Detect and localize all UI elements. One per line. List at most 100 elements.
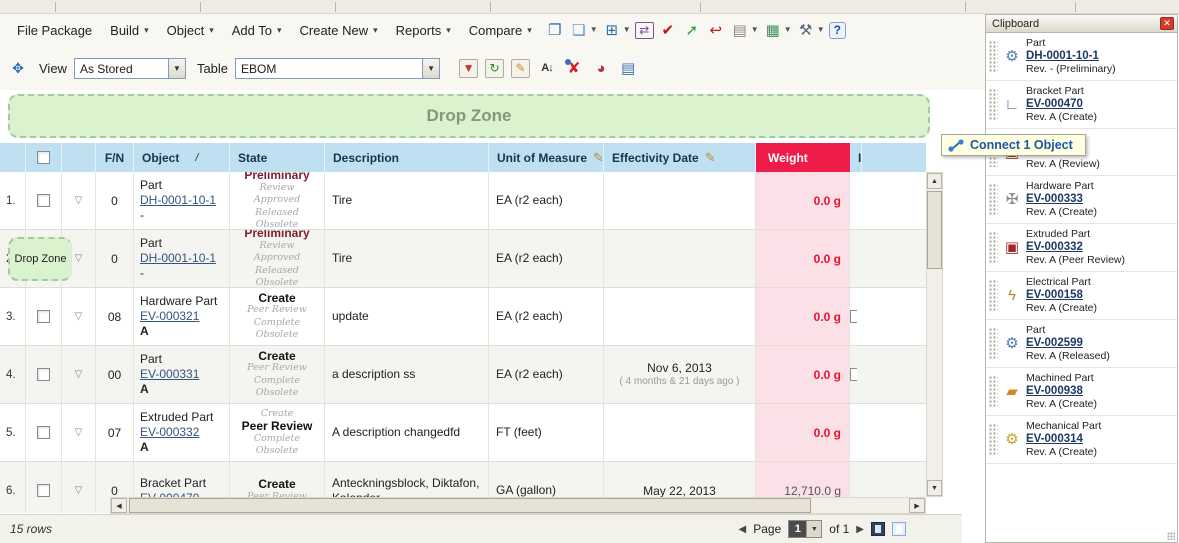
- redo-arrow-icon[interactable]: ➚: [682, 20, 702, 40]
- drag-handle[interactable]: [989, 280, 998, 311]
- table-row[interactable]: 2.▽Drop Zone0PartDH-0001-10-1-Preliminar…: [0, 230, 926, 288]
- row-checkbox[interactable]: [37, 484, 50, 497]
- object-id-link[interactable]: EV-000331: [140, 367, 199, 382]
- scroll-left-icon[interactable]: ◀: [111, 498, 127, 513]
- clipboard-item[interactable]: ∟Bracket PartEV-000470Rev. A (Create): [986, 81, 1177, 129]
- object-id-link[interactable]: EV-000332: [140, 425, 199, 440]
- table-row[interactable]: 3.▽Drop Zone08Hardware PartEV-000321ACre…: [0, 288, 926, 346]
- pager-prev-icon[interactable]: ◀: [739, 524, 747, 535]
- column-header-object[interactable]: Object/: [134, 143, 230, 172]
- help-icon[interactable]: ?: [829, 22, 846, 39]
- clipboard-item[interactable]: ⚙PartDH-0001-10-1Rev. - (Preliminary): [986, 33, 1177, 81]
- scroll-down-icon[interactable]: ▼: [927, 480, 942, 496]
- scroll-up-icon[interactable]: ▲: [927, 173, 942, 189]
- clipboard-item-id-link[interactable]: EV-000470: [1026, 98, 1097, 111]
- chevron-down-icon[interactable]: ▼: [590, 20, 598, 40]
- row-checkbox[interactable]: [37, 426, 50, 439]
- clipboard-item-id-link[interactable]: EV-000938: [1026, 385, 1097, 398]
- table-row[interactable]: 4.▽Drop Zone00PartEV-000331ACreatePeer R…: [0, 346, 926, 404]
- menu-item-object[interactable]: Object▾: [158, 19, 223, 42]
- table-row[interactable]: 5.▽Drop Zone07Extruded PartEV-000332ACre…: [0, 404, 926, 462]
- table-horizontal-scrollbar[interactable]: ◀ ▶: [110, 497, 926, 514]
- drag-handle[interactable]: [989, 232, 998, 263]
- row-checkbox[interactable]: [37, 310, 50, 323]
- clipboard-item[interactable]: ⚙Mechanical PartEV-000314Rev. A (Create): [986, 416, 1177, 464]
- structure-icon[interactable]: ⊞: [602, 20, 622, 40]
- table-select-arrow-icon[interactable]: ▼: [422, 59, 439, 78]
- menu-item-reports[interactable]: Reports▾: [387, 19, 460, 42]
- tools-icon[interactable]: ⚒: [796, 20, 816, 40]
- drag-handle[interactable]: [989, 89, 998, 120]
- column-header-rowmenu[interactable]: [62, 143, 96, 172]
- column-header-eff[interactable]: Effectivity Date✎: [604, 143, 756, 172]
- object-id-link[interactable]: EV-000321: [140, 309, 199, 324]
- view-select-arrow-icon[interactable]: ▼: [168, 59, 185, 78]
- drag-handle[interactable]: [989, 424, 998, 455]
- drop-zone[interactable]: Drop Zone: [8, 94, 930, 138]
- row-checkbox[interactable]: [37, 194, 50, 207]
- menu-item-add-to[interactable]: Add To▾: [223, 19, 291, 42]
- page-number-select[interactable]: 1 ▼: [788, 520, 822, 538]
- clipboard-item[interactable]: ▰Machined PartEV-000938Rev. A (Create): [986, 368, 1177, 416]
- column-header-num[interactable]: [0, 143, 26, 172]
- clipboard-item[interactable]: ϟElectrical PartEV-000158Rev. A (Create): [986, 272, 1177, 320]
- windows-icon[interactable]: ❐: [545, 20, 565, 40]
- object-id-link[interactable]: DH-0001-10-1: [140, 251, 216, 266]
- close-icon[interactable]: ✕: [1160, 17, 1174, 30]
- object-id-link[interactable]: DH-0001-10-1: [140, 193, 216, 208]
- column-header-check[interactable]: [26, 143, 62, 172]
- resize-grip[interactable]: [1167, 532, 1175, 540]
- swap-icon[interactable]: ⇄: [635, 22, 654, 39]
- drag-handle[interactable]: [989, 376, 998, 407]
- chevron-down-icon[interactable]: ▼: [751, 20, 759, 40]
- check-icon[interactable]: ✔: [658, 20, 678, 40]
- menu-item-create-new[interactable]: Create New▾: [291, 19, 387, 42]
- clipboard-item-id-link[interactable]: EV-000314: [1026, 433, 1101, 446]
- clipboard-item-id-link[interactable]: EV-000332: [1026, 241, 1125, 254]
- vertical-scroll-thumb[interactable]: [927, 191, 942, 269]
- clipboard-item-id-link[interactable]: EV-002599: [1026, 337, 1110, 350]
- page-layout-icon-selected[interactable]: [871, 522, 885, 536]
- horizontal-scroll-thumb[interactable]: [129, 498, 811, 513]
- pie-chart-icon[interactable]: ◕: [591, 58, 611, 78]
- column-header-fn[interactable]: F/N: [96, 143, 134, 172]
- view-select[interactable]: As Stored ▼: [74, 58, 186, 79]
- edit-icon[interactable]: ✎: [511, 59, 530, 78]
- drag-handle[interactable]: [989, 184, 998, 215]
- clipboard-item-id-link[interactable]: EV-000333: [1026, 193, 1097, 206]
- clipboard-item[interactable]: ▣Extruded PartEV-000332Rev. A (Peer Revi…: [986, 224, 1177, 272]
- row-menu-icon[interactable]: ▽: [62, 462, 96, 513]
- page-layout-icon[interactable]: [892, 522, 906, 536]
- scroll-right-icon[interactable]: ▶: [909, 498, 925, 513]
- row-menu-icon[interactable]: ▽: [62, 288, 96, 345]
- clipboard-item[interactable]: ✠Hardware PartEV-000333Rev. A (Create): [986, 176, 1177, 224]
- column-header-partial[interactable]: I: [850, 143, 862, 172]
- export-icon[interactable]: ▦: [763, 20, 783, 40]
- column-header-desc[interactable]: Description: [325, 143, 489, 172]
- chevron-down-icon[interactable]: ▼: [784, 20, 792, 40]
- table-vertical-scrollbar[interactable]: ▲ ▼: [926, 172, 943, 497]
- page-select-arrow-icon[interactable]: ▼: [806, 521, 821, 537]
- row-menu-icon[interactable]: ▽: [62, 404, 96, 461]
- chevron-down-icon[interactable]: ▼: [623, 20, 631, 40]
- filter-icon[interactable]: ▼: [459, 59, 478, 78]
- maximize-icon[interactable]: ✥: [8, 58, 28, 78]
- clipboard-item-id-link[interactable]: DH-0001-10-1: [1026, 50, 1116, 63]
- row-menu-icon[interactable]: ▽: [62, 346, 96, 403]
- table-select[interactable]: EBOM ▼: [235, 58, 440, 79]
- clipboard-item[interactable]: ⚙PartEV-002599Rev. A (Released): [986, 320, 1177, 368]
- pin-icon[interactable]: ✘: [564, 58, 584, 78]
- clipboard-item-id-link[interactable]: EV-000158: [1026, 289, 1097, 302]
- print-icon[interactable]: ▤: [730, 20, 750, 40]
- refresh-icon[interactable]: ↻: [485, 59, 504, 78]
- menu-item-file-package[interactable]: File Package: [8, 19, 101, 42]
- menu-item-build[interactable]: Build▾: [101, 19, 157, 42]
- chevron-down-icon[interactable]: ▼: [817, 20, 825, 40]
- undo-arrow-icon[interactable]: ↩: [706, 20, 726, 40]
- column-header-weight[interactable]: Weight: [756, 143, 850, 172]
- drag-handle[interactable]: [989, 41, 998, 72]
- row-drop-zone-cell[interactable]: Drop Zone: [8, 237, 72, 281]
- column-header-uom[interactable]: Unit of Measure✎: [489, 143, 604, 172]
- sort-az-icon[interactable]: A↓: [537, 58, 557, 78]
- row-menu-icon[interactable]: ▽: [62, 172, 96, 229]
